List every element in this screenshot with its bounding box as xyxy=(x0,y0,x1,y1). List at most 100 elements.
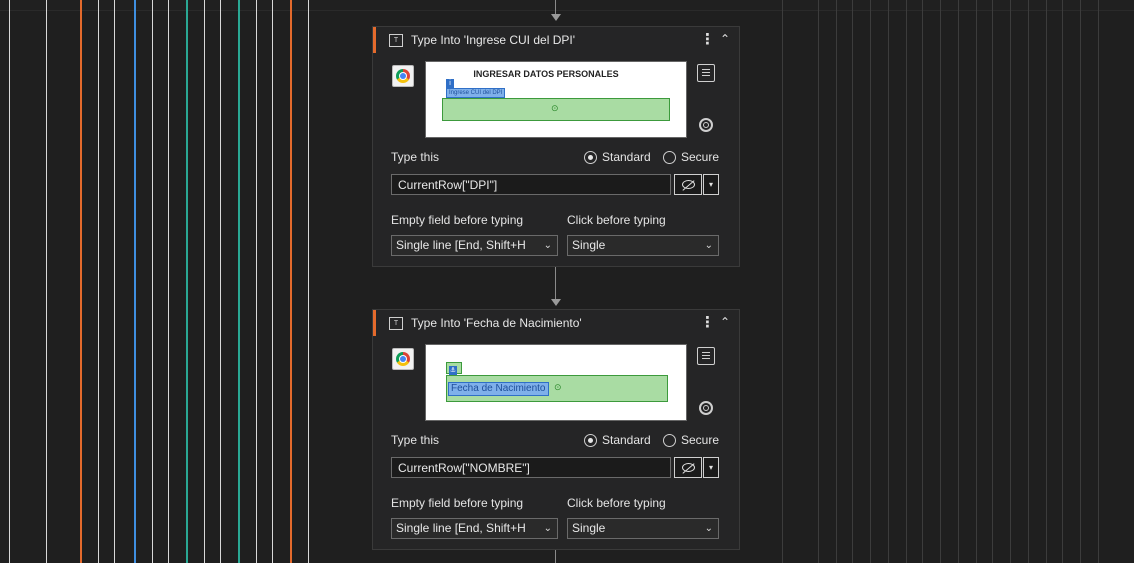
activity-card-type-into-fecha[interactable]: T Type Into 'Fecha de Nacimiento' ⋮ ⌃ ⚓ … xyxy=(372,309,740,550)
anchor-marker-icon: i xyxy=(446,79,454,88)
chrome-icon xyxy=(392,65,414,87)
connector-arrow xyxy=(551,299,561,306)
activity-header[interactable]: T Type Into 'Ingrese CUI del DPI' ⋮ ⌃ xyxy=(373,27,739,55)
type-this-input[interactable]: CurrentRow["NOMBRE"] xyxy=(391,457,671,478)
guide-line-teal xyxy=(186,0,188,563)
guide-line xyxy=(168,0,169,563)
guide-line xyxy=(9,0,10,563)
guide-line-orange xyxy=(80,0,82,563)
standard-radio[interactable] xyxy=(584,434,597,447)
chevron-down-icon: ⌄ xyxy=(543,240,552,251)
standard-radio-label[interactable]: Standard xyxy=(602,433,651,447)
guide-line-blue xyxy=(134,0,136,563)
secure-radio[interactable] xyxy=(663,434,676,447)
activity-title: Type Into 'Ingrese CUI del DPI' xyxy=(411,33,575,47)
guide-line xyxy=(870,0,871,563)
guide-line xyxy=(922,0,923,563)
empty-field-value: Single line [End, Shift+H xyxy=(396,521,526,535)
chevron-down-icon: ⌄ xyxy=(704,240,713,251)
eye-slash-icon[interactable] xyxy=(674,457,702,478)
anchor-label: Ingrese CUI del DPI xyxy=(446,88,506,98)
guide-line xyxy=(272,0,273,563)
click-before-label: Click before typing xyxy=(567,496,666,510)
guide-line xyxy=(308,0,309,563)
guide-line xyxy=(818,0,819,563)
target-icon[interactable] xyxy=(699,118,713,132)
guide-line-orange xyxy=(290,0,292,563)
type-this-label: Type this xyxy=(391,150,440,164)
anchor-marker-icon: ⚓ xyxy=(449,366,457,375)
standard-radio-label[interactable]: Standard xyxy=(602,150,651,164)
type-this-input[interactable]: CurrentRow["DPI"] xyxy=(391,174,671,195)
click-before-value: Single xyxy=(572,238,606,252)
activity-title: Type Into 'Fecha de Nacimiento' xyxy=(411,316,582,330)
connector-line xyxy=(555,0,556,14)
activity-header[interactable]: T Type Into 'Fecha de Nacimiento' ⋮ ⌃ xyxy=(373,310,739,338)
chevron-down-icon: ⌄ xyxy=(704,523,713,534)
connector-arrow xyxy=(551,14,561,21)
activity-card-type-into-cui[interactable]: T Type Into 'Ingrese CUI del DPI' ⋮ ⌃ IN… xyxy=(372,26,740,267)
click-before-select[interactable]: Single ⌄ xyxy=(567,235,719,256)
click-before-select[interactable]: Single ⌄ xyxy=(567,518,719,539)
guide-line xyxy=(1010,0,1011,563)
standard-radio[interactable] xyxy=(584,151,597,164)
type-into-icon: T xyxy=(389,34,403,47)
vertical-ellipsis-icon[interactable]: ⋮ xyxy=(700,30,715,48)
guide-line xyxy=(888,0,889,563)
connector-line xyxy=(555,266,556,299)
guide-line xyxy=(906,0,907,563)
click-before-value: Single xyxy=(572,521,606,535)
guide-line xyxy=(1098,0,1099,563)
guide-line xyxy=(976,0,977,563)
chevron-up-icon[interactable]: ⌃ xyxy=(720,315,730,329)
empty-field-select[interactable]: Single line [End, Shift+H ⌄ xyxy=(391,518,558,539)
guide-line xyxy=(256,0,257,563)
guide-line xyxy=(98,0,99,563)
guide-line xyxy=(852,0,853,563)
empty-field-label: Empty field before typing xyxy=(391,496,524,510)
type-this-label: Type this xyxy=(391,433,440,447)
connector-line xyxy=(555,549,556,563)
guide-line xyxy=(940,0,941,563)
guide-line xyxy=(958,0,959,563)
chevron-down-icon: ⌄ xyxy=(543,523,552,534)
guide-line xyxy=(782,0,783,563)
empty-field-select[interactable]: Single line [End, Shift+H ⌄ xyxy=(391,235,558,256)
chrome-icon xyxy=(392,348,414,370)
empty-field-label: Empty field before typing xyxy=(391,213,524,227)
empty-field-value: Single line [End, Shift+H xyxy=(396,238,526,252)
target-center-icon: ⊙ xyxy=(554,382,562,392)
workflow-canvas[interactable]: T Type Into 'Ingrese CUI del DPI' ⋮ ⌃ IN… xyxy=(0,0,1134,563)
guide-line xyxy=(220,0,221,563)
target-center-icon: ⊙ xyxy=(551,103,559,113)
type-into-icon: T xyxy=(389,317,403,330)
target-preview-image[interactable]: ⚓ Fecha de Nacimiento ⊙ xyxy=(425,344,687,421)
secure-radio[interactable] xyxy=(663,151,676,164)
target-icon[interactable] xyxy=(699,401,713,415)
chevron-down-icon[interactable]: ▾ xyxy=(703,457,719,478)
click-before-label: Click before typing xyxy=(567,213,666,227)
target-preview-image[interactable]: INGRESAR DATOS PERSONALES i Ingrese CUI … xyxy=(425,61,687,138)
secure-radio-label[interactable]: Secure xyxy=(681,433,719,447)
guide-line xyxy=(1062,0,1063,563)
guide-line xyxy=(1046,0,1047,563)
chevron-down-icon[interactable]: ▾ xyxy=(703,174,719,195)
chevron-up-icon[interactable]: ⌃ xyxy=(720,32,730,46)
anchor-label: Fecha de Nacimiento xyxy=(448,382,549,396)
guide-line xyxy=(1028,0,1029,563)
guide-line xyxy=(992,0,993,563)
secure-radio-label[interactable]: Secure xyxy=(681,150,719,164)
top-scroll-band xyxy=(0,0,1134,11)
hamburger-icon[interactable] xyxy=(697,64,715,82)
hamburger-icon[interactable] xyxy=(697,347,715,365)
guide-line-teal xyxy=(238,0,240,563)
eye-slash-icon[interactable] xyxy=(674,174,702,195)
guide-line xyxy=(1080,0,1081,563)
guide-line xyxy=(46,0,47,563)
preview-page-title: INGRESAR DATOS PERSONALES xyxy=(473,69,619,79)
vertical-ellipsis-icon[interactable]: ⋮ xyxy=(700,313,715,331)
guide-line xyxy=(114,0,115,563)
target-selection-box: ⊙ xyxy=(442,98,670,121)
guide-line xyxy=(836,0,837,563)
guide-line xyxy=(152,0,153,563)
